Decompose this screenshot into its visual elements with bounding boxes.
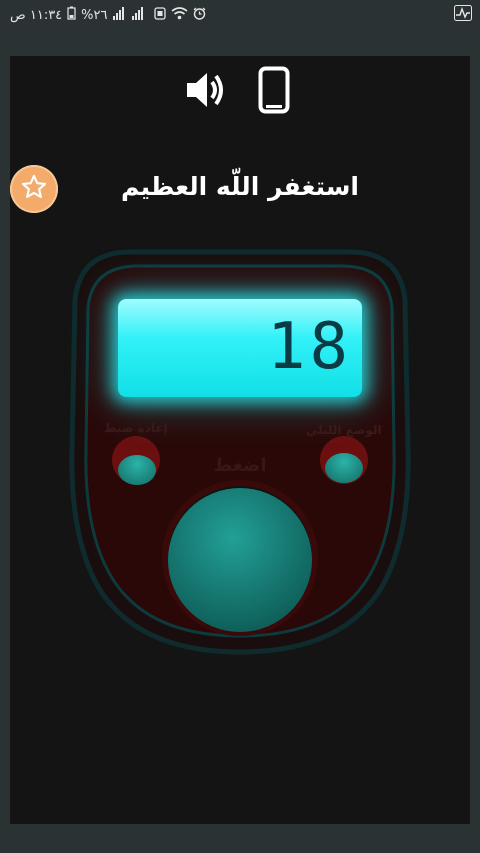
press-label: اضغط [213,455,267,476]
star-icon [20,173,48,205]
status-left-group: ١١:٣٤ ص %٢٦ [10,6,206,24]
activity-icon [454,5,472,25]
phone-icon[interactable] [258,66,290,118]
speaker-icon[interactable] [185,70,227,114]
night-mode-button[interactable] [325,453,363,483]
battery-percent: %٢٦ [81,7,108,23]
status-time: ١١:٣٤ ص [10,7,63,23]
dhikr-title: استغفر اللّه العظيم [121,172,359,201]
favorite-button[interactable] [10,165,58,213]
counter-value: 18 [266,310,352,384]
sim-icon [153,6,166,24]
count-button[interactable] [168,488,312,632]
wifi-icon [171,6,188,24]
reset-label: إعادة ضبط [104,421,168,435]
night-mode-label: الوضع الليلي [306,423,382,437]
reset-button[interactable] [118,455,156,485]
signal-icon [112,6,149,24]
status-bar: ١١:٣٤ ص %٢٦ [0,0,480,32]
counter-display: 18 [118,299,362,397]
battery-icon [67,6,76,24]
alarm-icon [193,7,206,24]
bottom-strip [0,824,480,853]
